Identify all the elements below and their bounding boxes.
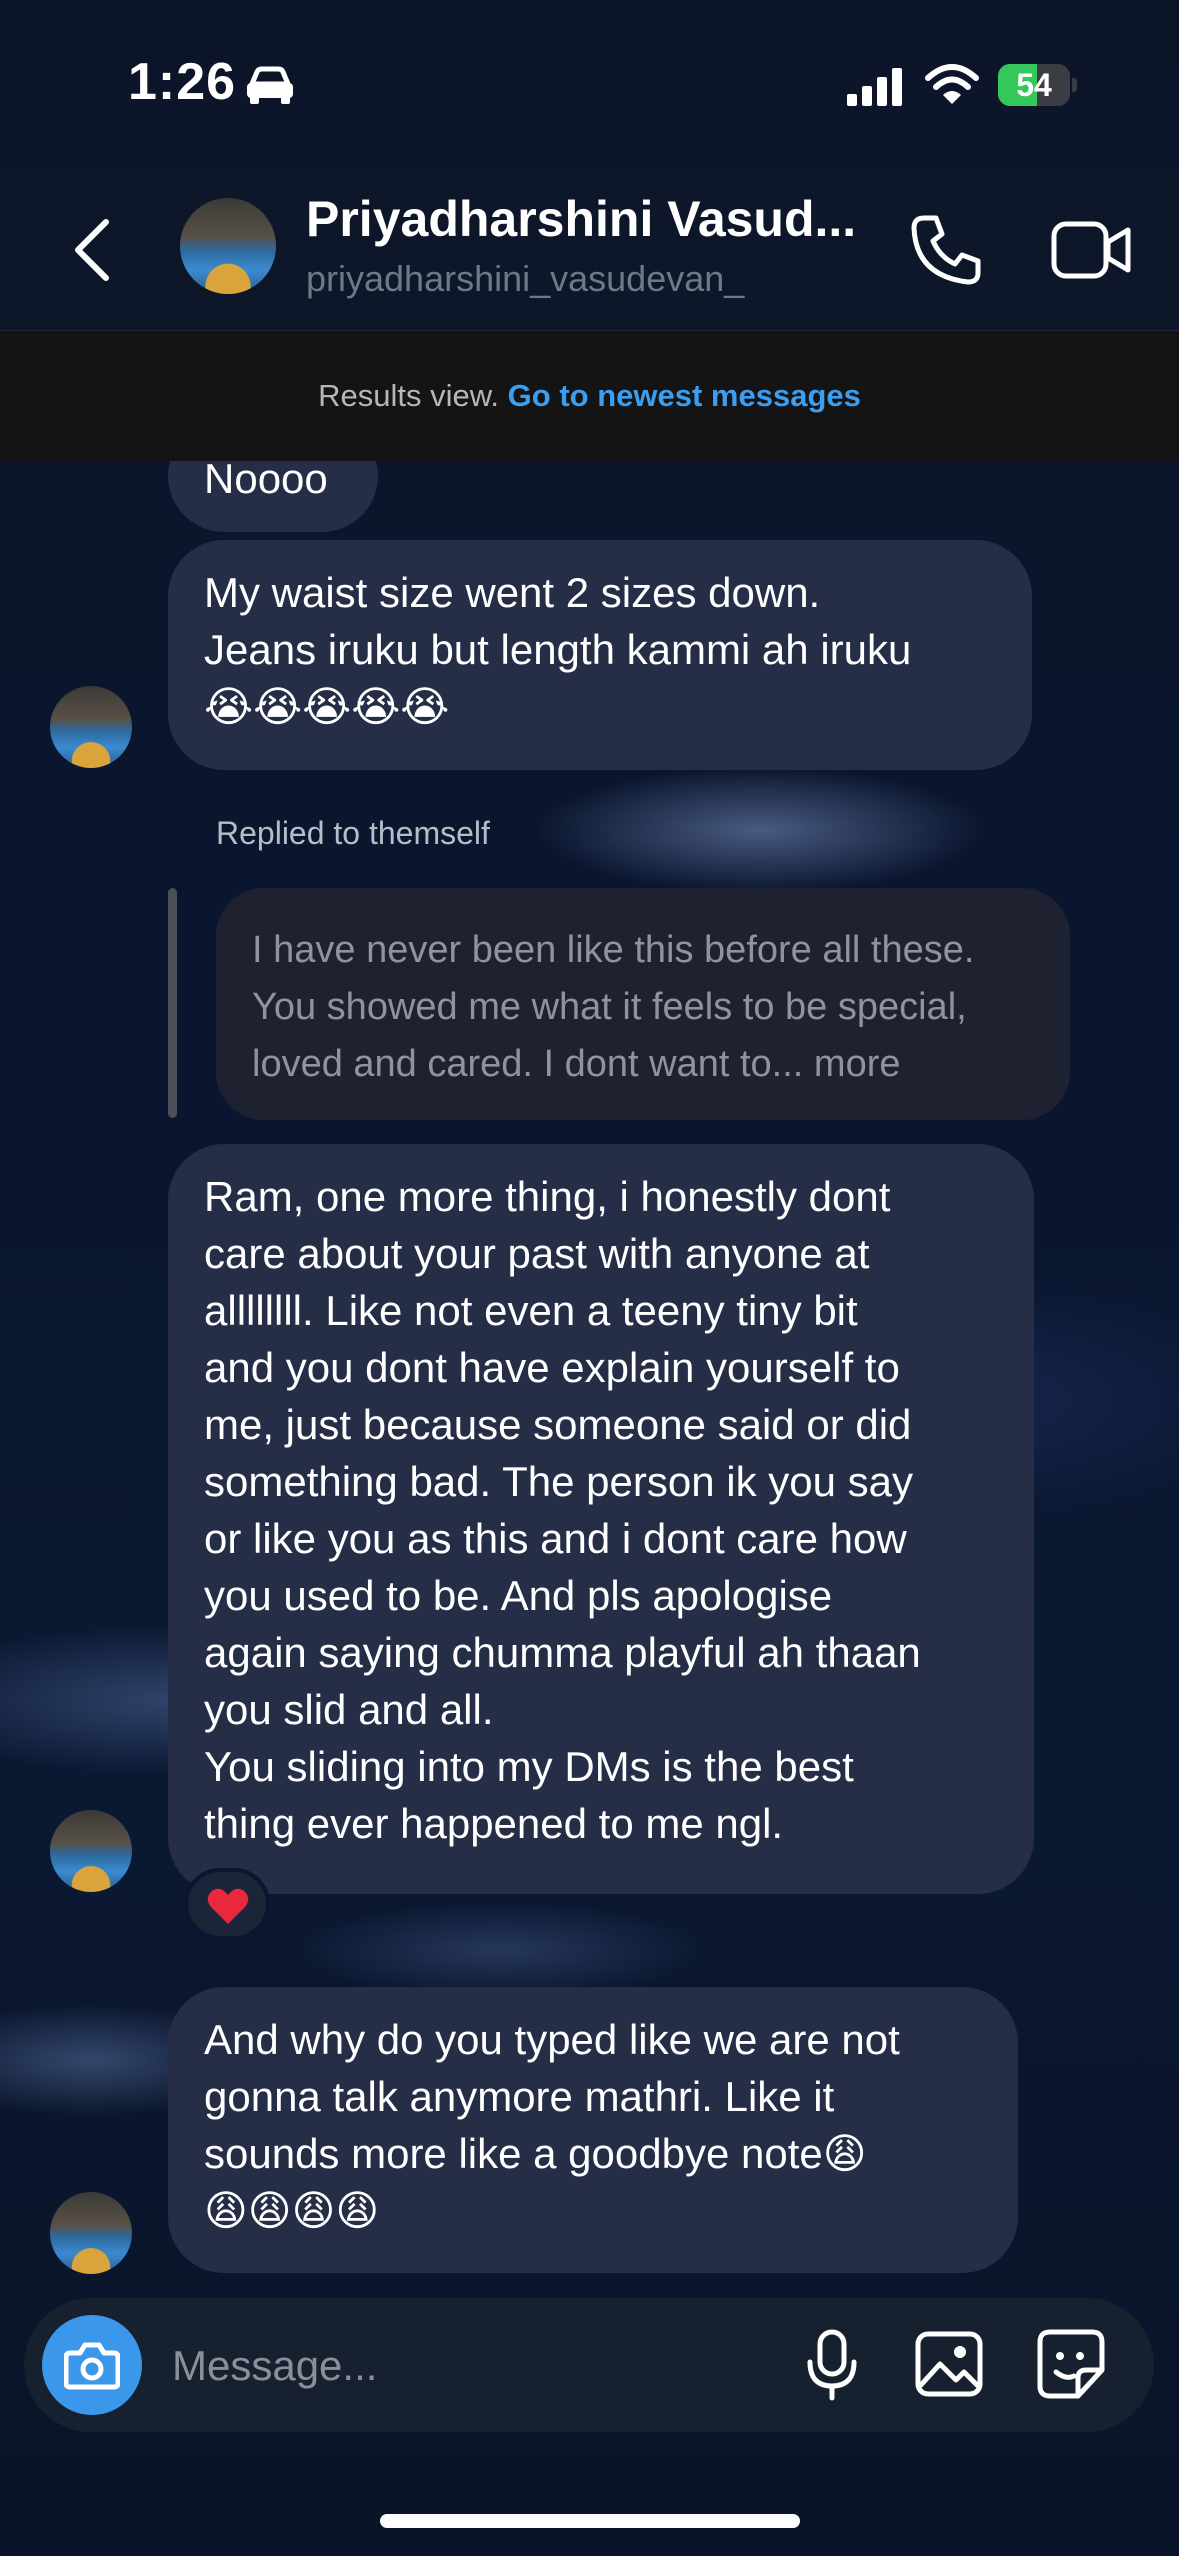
quoted-text: I have never been like this before all t…: [252, 929, 975, 971]
message-text: and you dont have explain yourself to: [204, 1344, 900, 1391]
results-view-banner-overlay: Results view. Go to newest messages: [0, 331, 1179, 461]
status-bar: 1:26 54: [0, 0, 1179, 170]
back-icon[interactable]: [66, 214, 122, 286]
contact-name[interactable]: Priyadharshini Vasud...: [306, 190, 856, 248]
message-text: My waist size went 2 sizes down.: [204, 569, 821, 616]
camera-icon: [64, 2342, 120, 2390]
message-text: thing ever happened to me ngl.: [204, 1800, 784, 1847]
reply-quote-bar: [168, 888, 177, 1118]
phone-icon[interactable]: [906, 210, 986, 290]
microphone-icon[interactable]: [804, 2328, 860, 2402]
message-text: me, just because someone said or did: [204, 1401, 912, 1448]
message-input[interactable]: [170, 2328, 774, 2404]
heart-reaction[interactable]: [184, 1868, 270, 1940]
message-text: 😭😭😭😭😭: [204, 683, 450, 730]
message-text: you slid and all.: [204, 1686, 494, 1733]
message-text: care about your past with anyone at: [204, 1230, 870, 1277]
car-icon: [247, 66, 293, 104]
message-text: gonna talk anymore mathri. Like it: [204, 2073, 835, 2120]
heart-icon: [207, 1888, 249, 1924]
quoted-text: loved and cared. I dont want to... more: [252, 1043, 901, 1085]
message-text: You sliding into my DMs is the best: [204, 1743, 854, 1790]
home-indicator[interactable]: [380, 2514, 800, 2528]
message-composer: [24, 2298, 1154, 2432]
message-text: 😩😩😩😩: [204, 2187, 380, 2234]
sender-avatar[interactable]: [50, 2192, 132, 2274]
camera-button[interactable]: [42, 2315, 142, 2415]
sender-avatar[interactable]: [50, 686, 132, 768]
go-to-newest-link[interactable]: Go to newest messages: [508, 378, 861, 413]
message-text: or like you as this and i dont care how: [204, 1515, 907, 1562]
quoted-message[interactable]: I have never been like this before all t…: [216, 888, 1070, 1120]
message-text: allllllll. Like not even a teeny tiny bi…: [204, 1287, 858, 1334]
gallery-icon[interactable]: [914, 2330, 984, 2398]
chat-header: Priyadharshini Vasud... priyadharshini_v…: [0, 170, 1179, 331]
status-time: 1:26: [128, 53, 237, 111]
contact-handle[interactable]: priyadharshini_vasudevan_: [306, 258, 744, 300]
sticker-icon[interactable]: [1036, 2328, 1106, 2400]
video-icon[interactable]: [1050, 212, 1134, 288]
message-bubble[interactable]: My waist size went 2 sizes down. Jeans i…: [168, 540, 1032, 770]
message-text: you used to be. And pls apologise: [204, 1572, 833, 1619]
message-text: something bad. The person ik you say: [204, 1458, 913, 1505]
message-text: sounds more like a goodbye note😩: [204, 2130, 867, 2177]
quoted-text: You showed me what it feels to be specia…: [252, 986, 967, 1028]
results-view-label: Results view.: [318, 378, 500, 413]
message-text: again saying chumma playful ah thaan: [204, 1629, 921, 1676]
signal-icon: [847, 68, 902, 106]
message-bubble[interactable]: Ram, one more thing, i honestly dont car…: [168, 1144, 1034, 1894]
wifi-icon: [925, 64, 979, 104]
sender-avatar[interactable]: [50, 1810, 132, 1892]
message-text: Jeans iruku but length kammi ah iruku: [204, 626, 912, 673]
battery-level: 54: [1016, 67, 1052, 103]
message-bubble[interactable]: And why do you typed like we are not gon…: [168, 1987, 1018, 2273]
reply-label: Replied to themself: [216, 815, 490, 851]
battery-indicator: 54: [998, 64, 1078, 108]
message-text: Ram, one more thing, i honestly dont: [204, 1173, 891, 1220]
contact-avatar[interactable]: [180, 198, 276, 294]
message-text: And why do you typed like we are not: [204, 2016, 900, 2063]
